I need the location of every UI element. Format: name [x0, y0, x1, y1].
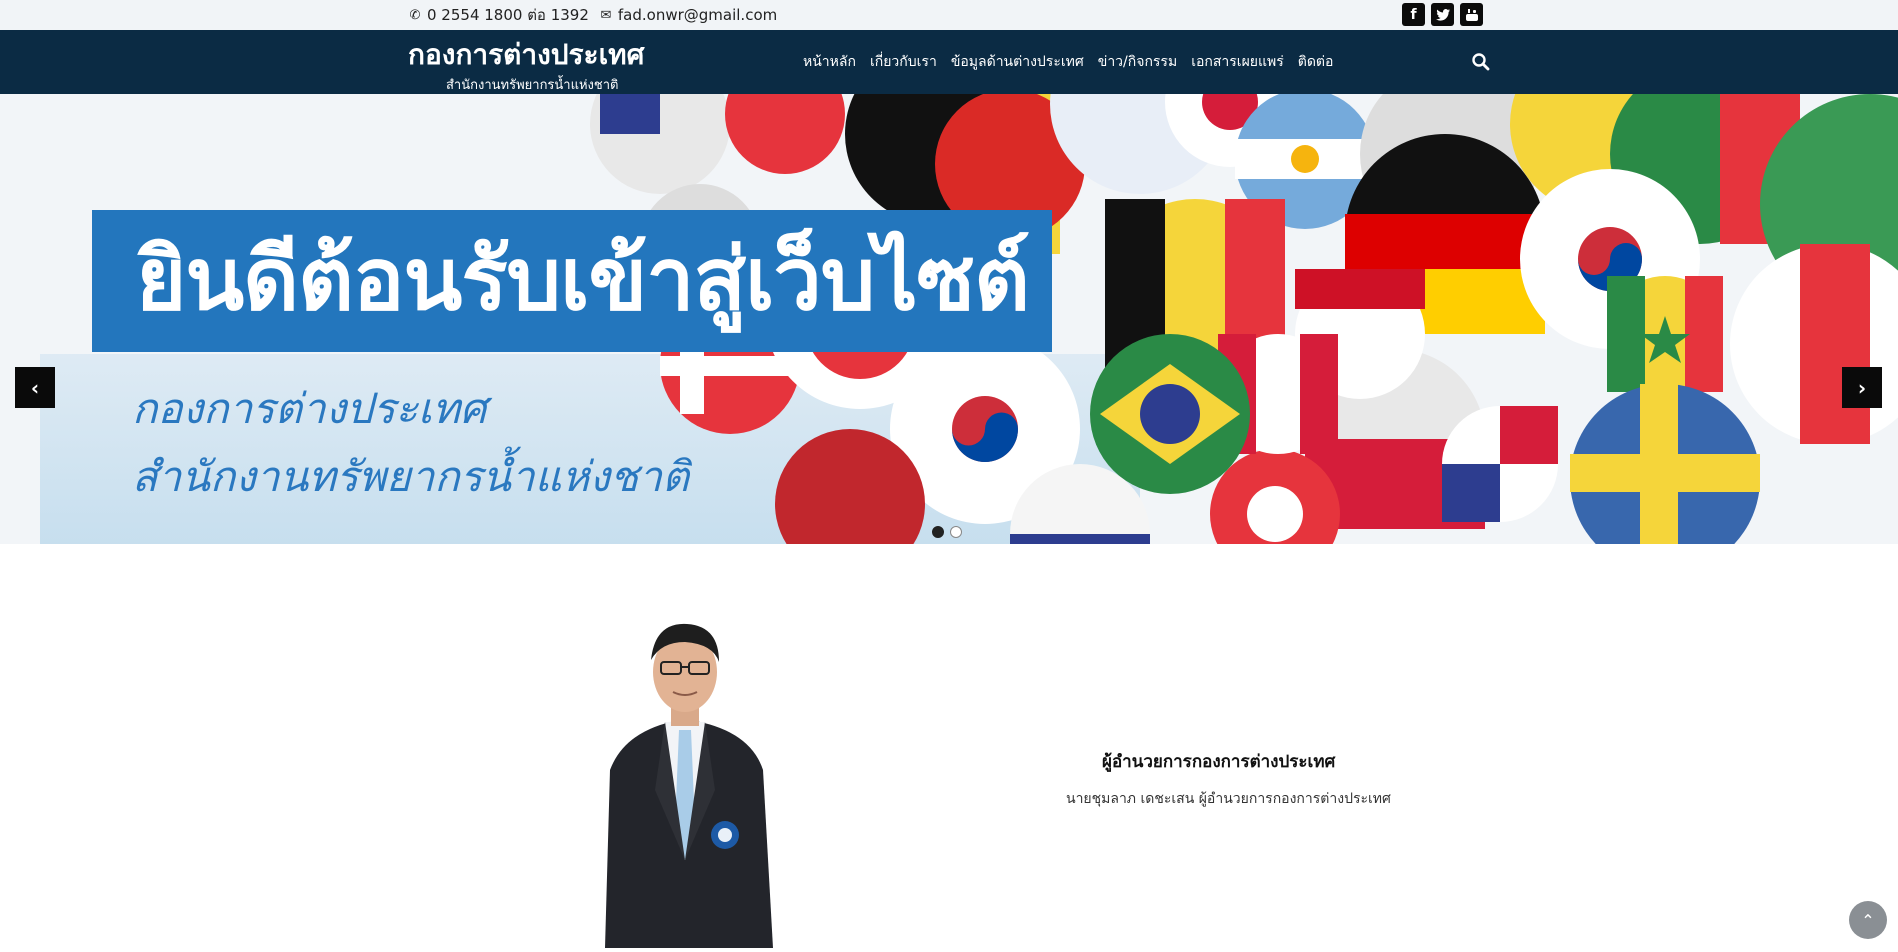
email-link[interactable]: fad.onwr@gmail.com [618, 6, 777, 24]
main-navbar: กองการต่างประเทศ สำนักงานทรัพยากรน้ำแห่ง… [0, 30, 1898, 94]
chevron-right-icon: › [1857, 375, 1867, 400]
chevron-left-icon: ‹ [30, 375, 40, 400]
slider-next-button[interactable]: › [1842, 367, 1882, 408]
facebook-icon[interactable]: f [1402, 3, 1425, 26]
slider-prev-button[interactable]: ‹ [15, 367, 55, 408]
top-contact-bar: ✆ 0 2554 1800 ต่อ 1392 ✉ fad.onwr@gmail.… [0, 0, 1898, 30]
search-icon[interactable] [1471, 52, 1491, 72]
back-to-top-button[interactable]: ⌃ [1849, 901, 1887, 939]
phone-number[interactable]: 0 2554 1800 ต่อ 1392 [427, 3, 589, 27]
hero-slider: ยินดีต้อนรับเข้าสู่เว็บไซต์ กองการต่างปร… [0, 94, 1898, 544]
main-menu: หน้าหลัก เกี่ยวกับเรา ข้อมูลด้านต่างประเ… [803, 51, 1333, 73]
menu-item-home[interactable]: หน้าหลัก [803, 51, 856, 73]
slider-dot-1[interactable] [932, 526, 944, 538]
contact-info: ✆ 0 2554 1800 ต่อ 1392 ✉ fad.onwr@gmail.… [408, 0, 778, 30]
site-subtitle: สำนักงานทรัพยากรน้ำแห่งชาติ [446, 78, 619, 93]
director-name: นายชุมลาภ เดชะเสน ผู้อำนวยการกองการต่างป… [1066, 791, 1391, 807]
menu-item-foreign-info[interactable]: ข้อมูลด้านต่างประเทศ [951, 51, 1084, 73]
slider-dot-2[interactable] [950, 526, 962, 538]
menu-item-documents[interactable]: เอกสารเผยแพร่ [1191, 51, 1284, 73]
hero-department-name: กองการต่างประเทศ [132, 384, 487, 433]
menu-item-news[interactable]: ข่าว/กิจกรรม [1098, 51, 1177, 73]
director-photo [585, 610, 785, 948]
envelope-icon: ✉ [600, 7, 612, 23]
hero-agency-name: สำนักงานทรัพยากรน้ำแห่งชาติ [132, 452, 690, 501]
slider-dots [932, 526, 962, 538]
youtube-icon[interactable] [1460, 3, 1483, 26]
welcome-banner: ยินดีต้อนรับเข้าสู่เว็บไซต์ [92, 210, 1052, 352]
welcome-text: ยินดีต้อนรับเข้าสู่เว็บไซต์ [136, 230, 1030, 330]
twitter-icon[interactable] [1431, 3, 1454, 26]
social-links: f [1402, 3, 1483, 26]
menu-item-contact[interactable]: ติดต่อ [1298, 51, 1334, 73]
menu-item-about[interactable]: เกี่ยวกับเรา [870, 51, 937, 73]
director-title: ผู้อำนวยการกองการต่างประเทศ [1102, 752, 1336, 772]
site-title[interactable]: กองการต่างประเทศ [408, 33, 644, 77]
phone-icon: ✆ [409, 7, 421, 23]
chevron-up-icon: ⌃ [1861, 910, 1875, 930]
